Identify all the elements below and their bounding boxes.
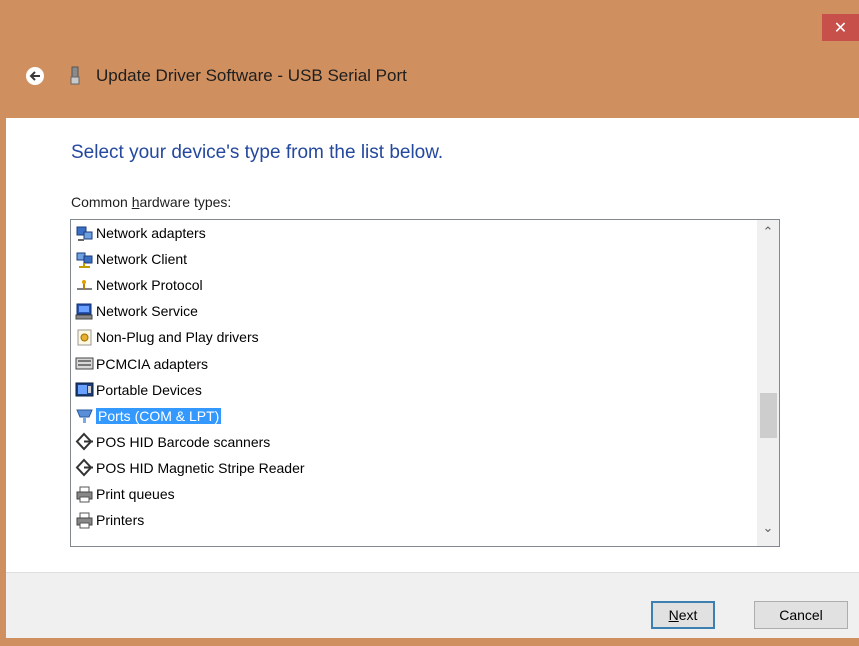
network-service-icon	[75, 302, 94, 321]
scroll-thumb[interactable]	[760, 393, 777, 438]
list-item-label: Network Client	[96, 251, 188, 268]
list-item[interactable]: Ports (COM & LPT)	[75, 404, 222, 428]
list-item[interactable]: Network Service	[75, 299, 198, 323]
list-item-label: Printers	[96, 512, 145, 529]
list-item[interactable]: Print queues	[75, 482, 175, 506]
port-icon	[75, 406, 94, 425]
list-item[interactable]: Network Client	[75, 247, 187, 271]
list-item-label: Non-Plug and Play drivers	[96, 329, 259, 346]
scroll-down-icon[interactable]: ⌄	[757, 520, 779, 538]
list-item[interactable]: Printers	[75, 508, 144, 532]
list-item[interactable]: POS HID Barcode scanners	[75, 430, 270, 454]
page-heading: Select your device's type from the list …	[71, 142, 444, 163]
non-pnp-driver-icon	[75, 328, 94, 347]
list-item[interactable]: POS HID Magnetic Stripe Reader	[75, 456, 305, 480]
pos-hid-icon	[75, 458, 94, 477]
vertical-scrollbar[interactable]: ⌃ ⌄	[757, 220, 779, 546]
list-item[interactable]: Network adapters	[75, 221, 206, 245]
list-item-label: Network Protocol	[96, 277, 203, 294]
network-client-icon	[75, 250, 94, 269]
list-item[interactable]: Non-Plug and Play drivers	[75, 325, 259, 349]
printer-icon	[75, 485, 94, 504]
dialog-window: ✕ Update Driver Software - USB Serial Po…	[0, 0, 859, 646]
list-item-label: PCMCIA adapters	[96, 355, 209, 372]
content-pane: Select your device's type from the list …	[6, 118, 859, 572]
cancel-button[interactable]: Cancel	[754, 601, 848, 629]
back-arrow-icon[interactable]	[26, 67, 44, 85]
list-item-label: Network adapters	[96, 225, 206, 241]
portable-device-icon	[75, 380, 94, 399]
pos-hid-icon	[75, 432, 94, 451]
list-item-label: Print queues	[96, 486, 175, 502]
list-item[interactable]: PCMCIA adapters	[75, 352, 208, 376]
usb-device-icon	[70, 66, 80, 86]
list-item[interactable]: Portable Devices	[75, 378, 202, 402]
list-item-label: Ports (COM & LPT)	[96, 407, 222, 424]
window-title: Update Driver Software - USB Serial Port	[96, 66, 407, 85]
hardware-type-list[interactable]: ⌃ ⌄ Network adapters Network Client Networ…	[70, 219, 780, 547]
scroll-up-icon[interactable]: ⌃	[757, 224, 779, 242]
next-button[interactable]: Next	[651, 601, 715, 629]
list-item-label: POS HID Magnetic Stripe Reader	[96, 459, 305, 476]
list-item-label: Network Service	[96, 303, 198, 320]
network-adapter-icon	[75, 224, 94, 243]
button-bar: Next Cancel	[6, 572, 859, 639]
close-button[interactable]: ✕	[822, 14, 859, 41]
printer-icon	[75, 511, 94, 530]
list-label: Common hardware types:	[71, 194, 232, 210]
list-item-label: POS HID Barcode scanners	[96, 433, 271, 450]
list-item[interactable]: Network Protocol	[75, 273, 203, 297]
list-item-label: Portable Devices	[96, 381, 202, 398]
pcmcia-icon	[75, 354, 94, 373]
title-bar: ✕ Update Driver Software - USB Serial Po…	[0, 0, 859, 118]
network-protocol-icon	[75, 276, 94, 295]
window-border	[0, 638, 859, 646]
